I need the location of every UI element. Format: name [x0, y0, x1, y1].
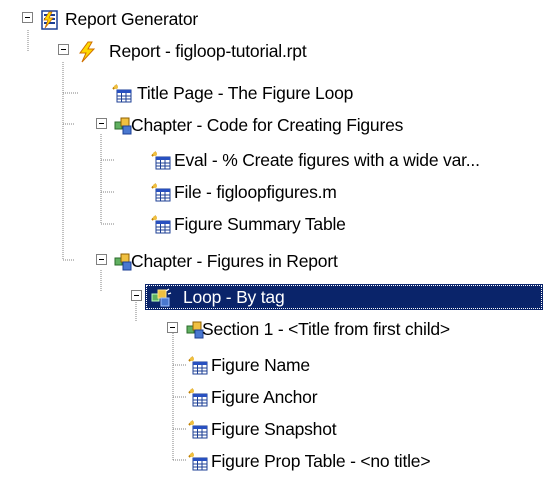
collapse-toggle-icon[interactable]: [96, 254, 107, 265]
node-label: Loop - By tag: [145, 284, 543, 310]
report-lightning-icon: [79, 41, 96, 63]
collapse-toggle-icon[interactable]: [96, 118, 107, 129]
collapse-toggle-icon[interactable]: [167, 322, 178, 333]
node-label: Report - figloop-tutorial.rpt: [109, 41, 307, 61]
node-label: Chapter - Figures in Report: [131, 251, 338, 271]
node-label: Title Page - The Figure Loop: [137, 83, 354, 103]
collapse-toggle-icon[interactable]: [58, 44, 69, 55]
node-label: Figure Summary Table: [174, 214, 346, 234]
node-label: Chapter - Code for Creating Figures: [131, 115, 404, 135]
report-generator-icon: [41, 10, 58, 30]
node-label: Section 1 - <Title from first child>: [202, 319, 450, 339]
collapse-toggle-icon[interactable]: [22, 12, 33, 23]
collapse-toggle-icon[interactable]: [131, 290, 142, 301]
report-tree: Report Generator Report - figloop-tutori…: [0, 0, 560, 482]
node-label: Figure Name: [211, 355, 310, 375]
node-label: Figure Anchor: [211, 387, 318, 407]
loop-icon: [151, 288, 172, 307]
node-label: Report Generator: [65, 9, 198, 29]
node-label: File - figloopfigures.m: [174, 182, 337, 202]
node-label: Figure Snapshot: [211, 419, 337, 439]
node-label: Figure Prop Table - <no title>: [211, 451, 431, 471]
component-table-icon: [112, 84, 132, 103]
node-label: Eval - % Create figures with a wide var.…: [174, 150, 480, 170]
